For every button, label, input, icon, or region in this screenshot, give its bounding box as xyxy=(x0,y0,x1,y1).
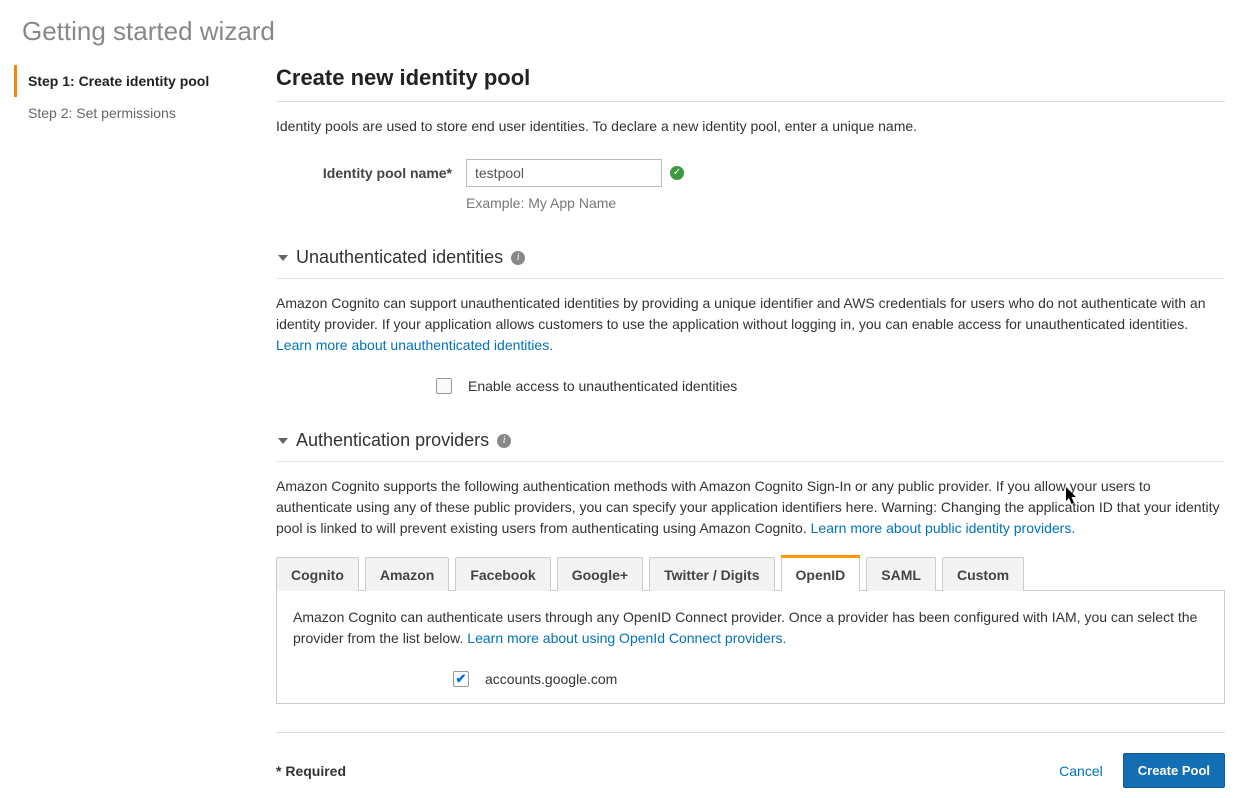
tab-twitter[interactable]: Twitter / Digits xyxy=(649,557,774,591)
tab-google[interactable]: Google+ xyxy=(557,557,643,591)
tab-saml[interactable]: SAML xyxy=(866,557,936,591)
info-icon[interactable]: i xyxy=(497,434,511,448)
tab-facebook[interactable]: Facebook xyxy=(455,557,550,591)
caret-down-icon xyxy=(278,438,288,444)
learn-openid-link[interactable]: Learn more about using OpenId Connect pr… xyxy=(467,630,786,646)
wizard-sidebar: Step 1: Create identity pool Step 2: Set… xyxy=(14,65,262,788)
section-auth-text: Amazon Cognito supports the following au… xyxy=(276,476,1225,539)
section-unauth-text: Amazon Cognito can support unauthenticat… xyxy=(276,293,1225,356)
main-description: Identity pools are used to store end use… xyxy=(276,116,1225,137)
page-title: Getting started wizard xyxy=(22,16,1231,47)
required-note: * Required xyxy=(276,763,1053,779)
tab-amazon[interactable]: Amazon xyxy=(365,557,449,591)
enable-unauth-label: Enable access to unauthenticated identit… xyxy=(468,378,737,394)
learn-providers-link[interactable]: Learn more about public identity provide… xyxy=(811,520,1076,536)
openid-provider-checkbox[interactable] xyxy=(453,671,469,687)
tab-custom[interactable]: Custom xyxy=(942,557,1024,591)
openid-provider-row[interactable]: accounts.google.com xyxy=(293,671,1208,687)
create-pool-button[interactable]: Create Pool xyxy=(1123,753,1225,788)
openid-panel: Amazon Cognito can authenticate users th… xyxy=(276,590,1225,704)
section-unauth-title: Unauthenticated identities xyxy=(296,247,503,268)
caret-down-icon xyxy=(278,255,288,261)
openid-provider-label: accounts.google.com xyxy=(485,671,617,687)
main-title: Create new identity pool xyxy=(276,65,1225,91)
pool-name-example: Example: My App Name xyxy=(466,195,684,211)
pool-name-input[interactable] xyxy=(466,159,662,187)
cancel-button[interactable]: Cancel xyxy=(1053,762,1109,780)
enable-unauth-checkbox[interactable] xyxy=(436,378,452,394)
tab-openid[interactable]: OpenID xyxy=(781,557,861,591)
validation-ok-icon: ✓ xyxy=(670,166,684,180)
section-unauth-header[interactable]: Unauthenticated identities i xyxy=(276,247,1225,268)
section-auth-header[interactable]: Authentication providers i xyxy=(276,430,1225,451)
learn-unauth-link[interactable]: Learn more about unauthenticated identit… xyxy=(276,337,553,353)
enable-unauth-row[interactable]: Enable access to unauthenticated identit… xyxy=(276,378,1225,394)
main-panel: Create new identity pool Identity pools … xyxy=(262,65,1239,788)
tab-cognito[interactable]: Cognito xyxy=(276,557,359,591)
info-icon[interactable]: i xyxy=(511,251,525,265)
pool-name-label: Identity pool name* xyxy=(276,159,466,181)
openid-panel-text: Amazon Cognito can authenticate users th… xyxy=(293,607,1208,649)
section-auth-title: Authentication providers xyxy=(296,430,489,451)
provider-tabs: Cognito Amazon Facebook Google+ Twitter … xyxy=(276,557,1225,591)
step-2[interactable]: Step 2: Set permissions xyxy=(14,97,262,129)
step-1[interactable]: Step 1: Create identity pool xyxy=(14,65,262,97)
